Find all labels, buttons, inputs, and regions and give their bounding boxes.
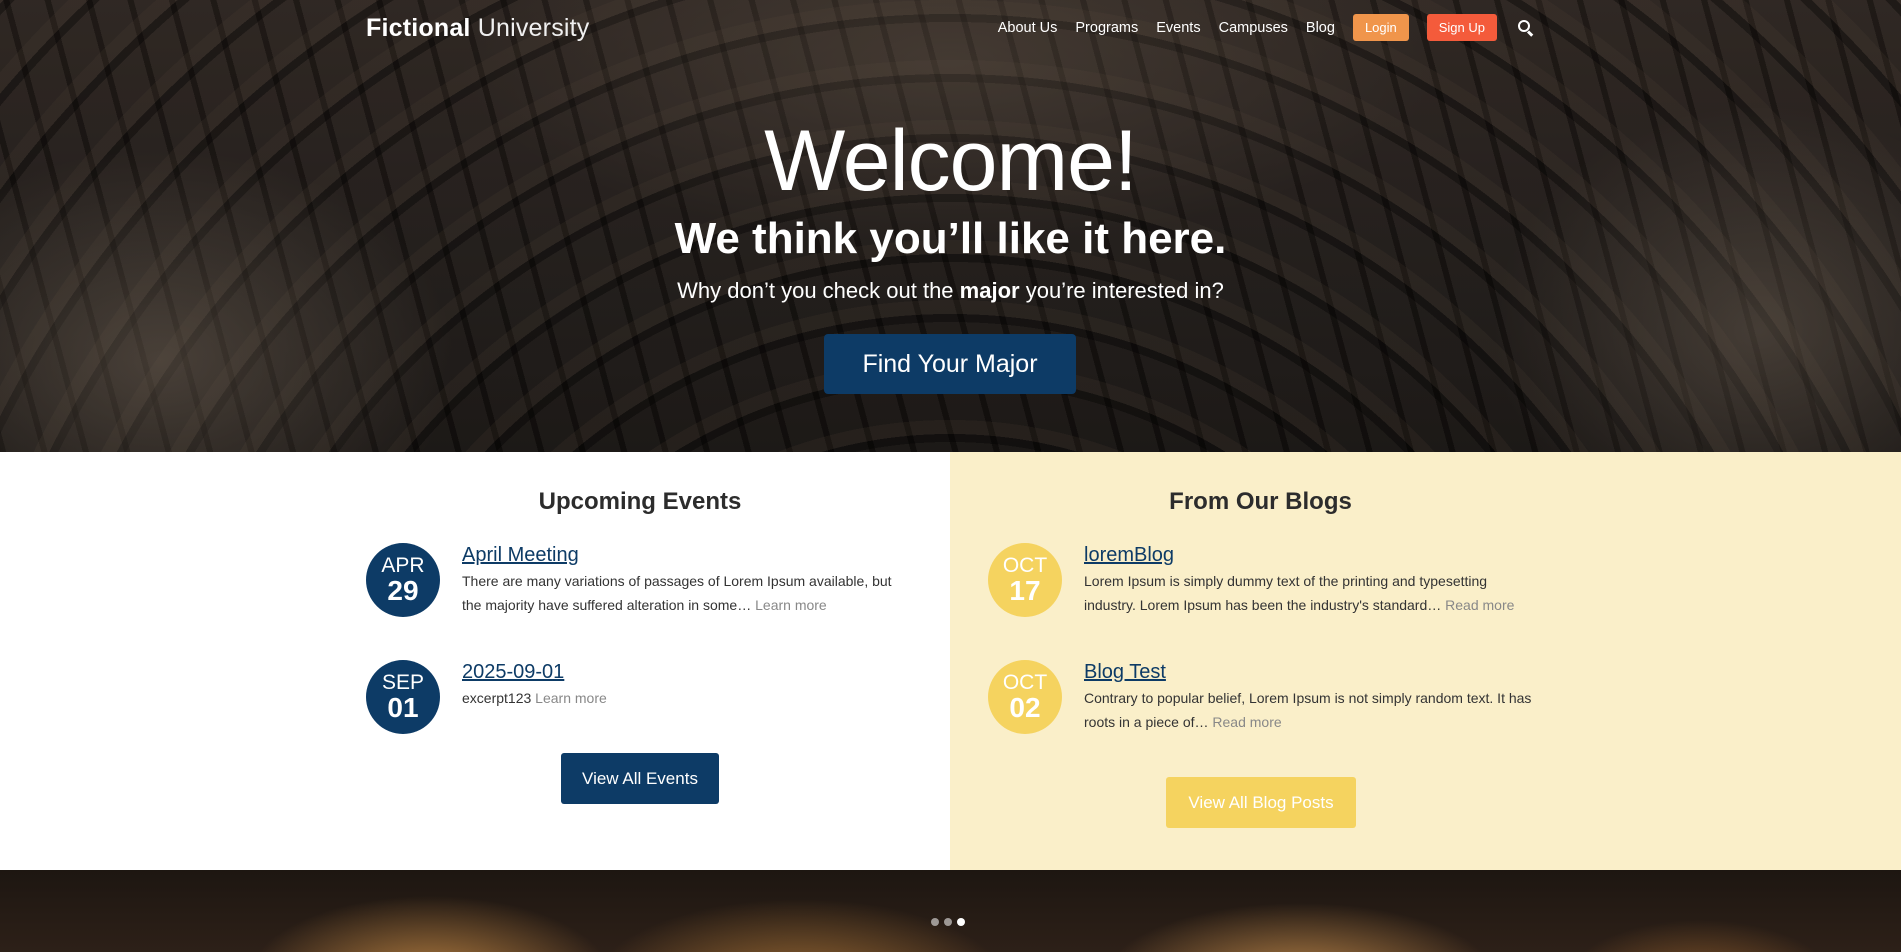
event-excerpt: excerpt123 Learn more	[462, 686, 912, 710]
event-month: SEP	[381, 670, 425, 694]
blog-read-more-link[interactable]: Read more	[1445, 597, 1514, 613]
hero-tagline-start: Why don’t you check out the	[677, 278, 960, 303]
blog-title-link[interactable]: loremBlog	[1084, 544, 1534, 567]
blog-day: 17	[1009, 574, 1041, 606]
find-your-major-button[interactable]: Find Your Major	[824, 334, 1076, 394]
hero-title: Welcome!	[764, 113, 1138, 209]
blog-read-more-link[interactable]: Read more	[1212, 714, 1281, 730]
event-text: April Meeting There are many variations …	[462, 543, 912, 617]
event-month: APR	[381, 553, 425, 577]
slider-dots	[931, 918, 970, 926]
nav-campuses[interactable]: Campuses	[1219, 20, 1288, 36]
hero-slider	[0, 870, 1901, 952]
event-title-link[interactable]: April Meeting	[462, 544, 912, 567]
hero-tagline-end: you’re interested in?	[1019, 278, 1224, 303]
nav-programs[interactable]: Programs	[1075, 20, 1138, 36]
blog-excerpt: Contrary to popular belief, Lorem Ipsum …	[1084, 686, 1534, 734]
logo-bold: Fictional	[366, 14, 471, 42]
event-item: SEP 01 2025-09-01 excerpt123 Learn more	[366, 660, 912, 734]
hero-tagline: Why don’t you check out the major you’re…	[0, 280, 1901, 302]
event-learn-more-link[interactable]: Learn more	[755, 597, 827, 613]
event-date-badge[interactable]: APR 29	[366, 543, 440, 617]
blog-item: OCT 17 loremBlog Lorem Ipsum is simply d…	[988, 543, 1534, 617]
event-title-link[interactable]: 2025-09-01	[462, 661, 912, 684]
blog-title-link[interactable]: Blog Test	[1084, 661, 1534, 684]
event-date-badge[interactable]: SEP 01	[366, 660, 440, 734]
slider-dot[interactable]	[931, 918, 939, 926]
view-all-events-button[interactable]: View All Events	[561, 753, 719, 804]
blog-date-badge[interactable]: OCT 02	[988, 660, 1062, 734]
slider-dot-active[interactable]	[957, 918, 965, 926]
blog-text: Blog Test Contrary to popular belief, Lo…	[1084, 660, 1534, 734]
event-text: 2025-09-01 excerpt123 Learn more	[462, 660, 912, 734]
blog-excerpt: Lorem Ipsum is simply dummy text of the …	[1084, 569, 1534, 617]
blog-day: 02	[1009, 691, 1041, 723]
blog-item: OCT 02 Blog Test Contrary to popular bel…	[988, 660, 1534, 734]
event-day: 01	[387, 691, 419, 723]
hero-tagline-major: major	[959, 278, 1020, 303]
event-learn-more-link[interactable]: Learn more	[535, 690, 607, 706]
main-nav: About Us Programs Events Campuses Blog L…	[998, 14, 1901, 41]
login-button[interactable]: Login	[1352, 14, 1409, 41]
blog-excerpt-text: Contrary to popular belief, Lorem Ipsum …	[1084, 690, 1532, 730]
nav-blog[interactable]: Blog	[1306, 20, 1335, 36]
view-all-blog-posts-button[interactable]: View All Blog Posts	[1166, 777, 1356, 828]
event-excerpt: There are many variations of passages of…	[462, 569, 912, 617]
event-item: APR 29 April Meeting There are many vari…	[366, 543, 912, 617]
logo-light: University	[477, 14, 590, 42]
site-logo[interactable]: Fictional University	[366, 14, 590, 43]
signup-button[interactable]: Sign Up	[1426, 14, 1497, 41]
blog-date-badge[interactable]: OCT 17	[988, 543, 1062, 617]
hero-banner: Fictional University About Us Programs E…	[0, 0, 1901, 452]
search-icon[interactable]	[1517, 19, 1535, 37]
event-excerpt-text: excerpt123	[462, 690, 532, 706]
event-day: 29	[387, 574, 419, 606]
slider-dot[interactable]	[944, 918, 952, 926]
blogs-title: From Our Blogs	[1169, 488, 1352, 515]
blog-month: OCT	[1002, 553, 1048, 577]
nav-events[interactable]: Events	[1156, 20, 1200, 36]
events-section: Upcoming Events APR 29 April Meeting The…	[0, 452, 950, 870]
nav-about-us[interactable]: About Us	[998, 20, 1058, 36]
blogs-section: From Our Blogs OCT 17 loremBlog Lorem Ip…	[950, 452, 1901, 870]
blog-month: OCT	[1002, 670, 1048, 694]
hero-subtitle: We think you’ll like it here.	[674, 214, 1227, 263]
event-excerpt-text: There are many variations of passages of…	[462, 573, 892, 613]
blog-excerpt-text: Lorem Ipsum is simply dummy text of the …	[1084, 573, 1488, 613]
blog-text: loremBlog Lorem Ipsum is simply dummy te…	[1084, 543, 1534, 617]
